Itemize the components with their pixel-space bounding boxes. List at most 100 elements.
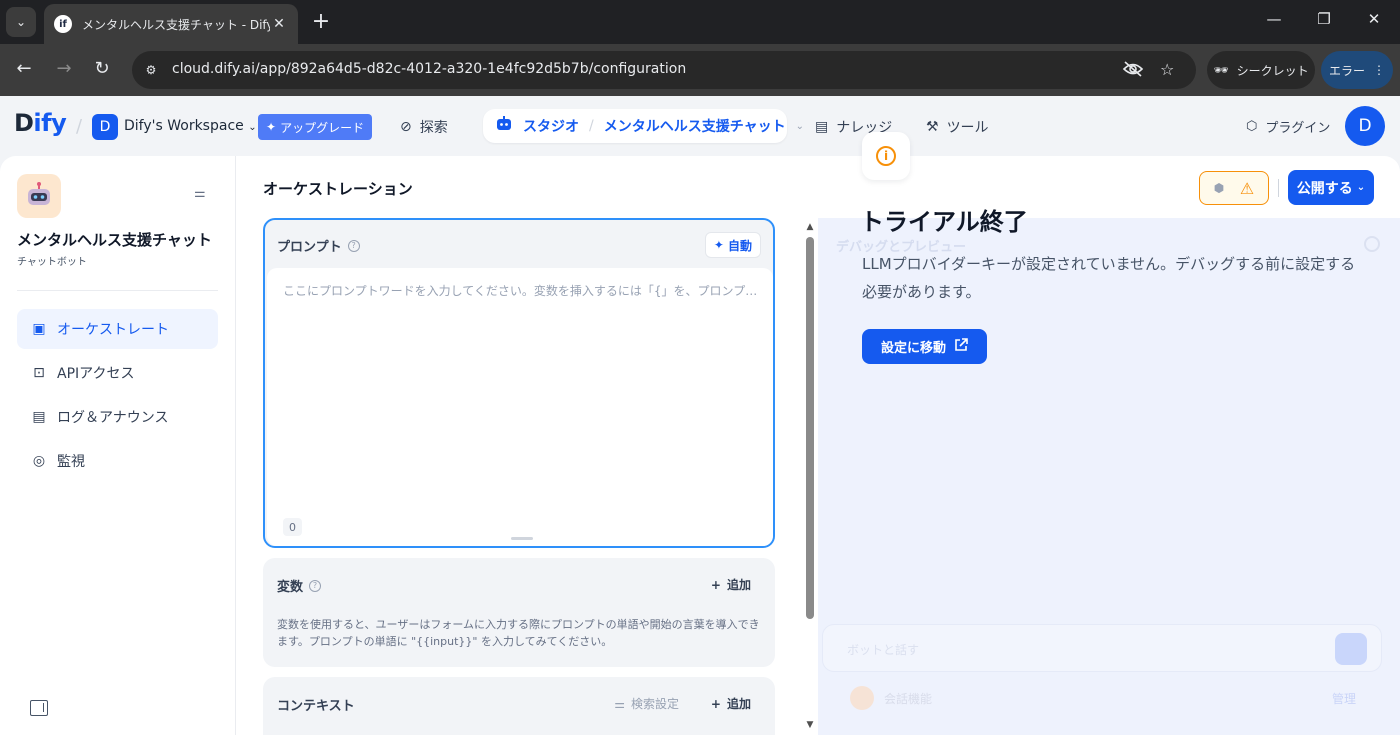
sidebar-app-name: メンタルヘルス支援チャット: [17, 231, 212, 249]
sidebar-item-logs[interactable]: ▤ ログ＆アナウンス: [17, 397, 218, 437]
dify-favicon-icon: if: [54, 15, 72, 33]
chat-input: ボットと話す: [822, 624, 1382, 672]
window-minimize-icon[interactable]: —: [1262, 10, 1286, 28]
tab-close-icon[interactable]: ✕: [270, 16, 288, 32]
goto-label: 設定に移動: [880, 341, 946, 356]
logo-accent: ify: [33, 109, 67, 137]
publish-button[interactable]: 公開する ⌄: [1288, 170, 1374, 205]
main-card: ⚌ メンタルヘルス支援チャット チャットボット ▣ オーケストレート ⊡ API…: [0, 156, 1400, 735]
sidebar-item-monitoring[interactable]: ◎ 監視: [17, 441, 218, 481]
plus-icon: +: [710, 578, 721, 592]
header-separator: [1278, 179, 1279, 197]
breadcrumb-separator: /: [589, 118, 594, 134]
add-variable-button[interactable]: + 追加: [711, 576, 751, 593]
workspace-selector[interactable]: Dify's Workspace ⌄: [124, 118, 257, 134]
external-link-icon: [954, 337, 968, 356]
help-circle-icon[interactable]: ?: [347, 239, 360, 252]
kebab-menu-icon: ⋮: [1373, 63, 1385, 77]
info-circle-icon: i: [876, 146, 896, 166]
send-icon: [1335, 633, 1367, 665]
add-context-button[interactable]: + 追加: [711, 695, 751, 712]
warning-status-box[interactable]: ⬢ ⚠: [1199, 171, 1269, 205]
search-settings-label: 検索設定: [630, 697, 679, 711]
plus-icon: +: [710, 697, 721, 711]
user-avatar[interactable]: D: [1345, 106, 1385, 146]
bookmark-star-icon[interactable]: ☆: [1160, 60, 1174, 79]
forward-arrow-icon[interactable]: →: [52, 58, 76, 79]
error-menu-button[interactable]: エラー ⋮: [1321, 51, 1393, 89]
back-arrow-icon[interactable]: ←: [12, 58, 36, 79]
trial-ended-description: LLMプロバイダーキーが設定されていません。デバッグする前に設定する必要がありま…: [862, 255, 1356, 301]
window-close-icon[interactable]: ✕: [1362, 10, 1386, 28]
current-app-label[interactable]: メンタルヘルス支援チャット: [604, 116, 786, 136]
omnibox[interactable]: ⚙ cloud.dify.ai/app/892a64d5-d82c-4012-a…: [132, 51, 1196, 89]
error-label: エラー: [1328, 63, 1365, 78]
scrollbar-thumb[interactable]: [806, 237, 814, 619]
app-header: Dify / D Dify's Workspace ⌄ ✦ アップグレード ⊘ …: [0, 96, 1400, 156]
scroll-down-arrow-icon[interactable]: ▼: [804, 720, 816, 730]
feature-label: 会話機能: [884, 692, 933, 706]
incognito-button[interactable]: 🕶 シークレット: [1207, 51, 1315, 89]
feature-manage-link: 管理: [1331, 692, 1356, 706]
terminal-icon: ⊡: [33, 365, 45, 381]
sliders-icon: ⚌: [614, 697, 625, 711]
nav-explore-label: 探索: [419, 120, 448, 136]
variables-description: 変数を使用すると、ユーザーはフォームに入力する際にプロンプトの単語や開始の言葉を…: [277, 618, 760, 648]
resize-handle[interactable]: [511, 537, 533, 540]
retrieval-settings-button[interactable]: ⚌ 検索設定: [614, 695, 679, 712]
sidebar-item-orchestrate[interactable]: ▣ オーケストレート: [17, 309, 218, 349]
chevron-down-icon[interactable]: ⌄: [796, 121, 804, 132]
upgrade-button[interactable]: ✦ アップグレード: [258, 114, 373, 140]
scrollbar[interactable]: ▲ ▼: [804, 218, 816, 735]
browser-tab-bar: ⌄ if メンタルヘルス支援チャット - Dify ✕ + — ❐ ✕: [0, 0, 1400, 44]
site-info-icon[interactable]: ⚙: [142, 61, 160, 79]
prompt-placeholder: ここにプロンプトワードを入力してください。変数を挿入するには「{」を、プロンプト…: [283, 284, 759, 298]
context-panel: コンテキスト ⚌ 検索設定 + 追加: [263, 677, 775, 735]
reload-icon[interactable]: ↻: [90, 58, 114, 79]
add-label: 追加: [726, 578, 751, 592]
scroll-up-arrow-icon[interactable]: ▲: [804, 222, 816, 232]
sparkle-icon: ✦: [266, 120, 277, 134]
robot-icon: [495, 116, 513, 136]
sidebar-collapse-icon[interactable]: [30, 700, 48, 716]
hammer-icon: ⚒: [926, 119, 939, 135]
eye-off-icon[interactable]: [1122, 60, 1144, 82]
incognito-icon: 🕶: [1213, 63, 1229, 77]
sidebar-item-label: オーケストレート: [57, 322, 169, 338]
nav-tools-label: ツール: [946, 120, 989, 136]
tab-search-dropdown-icon[interactable]: ⌄: [6, 7, 36, 37]
context-title: コンテキスト: [277, 699, 355, 714]
window-restore-icon[interactable]: ❐: [1312, 10, 1336, 28]
trial-ended-title: トライアル終了: [860, 208, 1028, 236]
browser-tab-active[interactable]: if メンタルヘルス支援チャット - Dify ✕: [44, 4, 298, 44]
sidebar-divider: [17, 290, 218, 291]
incognito-label: シークレット: [1236, 63, 1309, 78]
go-to-settings-button[interactable]: 設定に移動: [862, 329, 987, 364]
file-list-icon: ▤: [32, 409, 46, 425]
logo-prefix: D: [14, 109, 34, 137]
chevron-down-icon: ⌄: [248, 122, 257, 133]
dashboard-gauge-icon: ◎: [32, 453, 46, 469]
prompt-editor[interactable]: ここにプロンプトワードを入力してください。変数を挿入するには「{」を、プロンプト…: [267, 268, 773, 546]
cube-icon: ⬢: [1213, 181, 1225, 195]
sidebar-item-api-access[interactable]: ⊡ APIアクセス: [17, 353, 218, 393]
app-settings-icon[interactable]: ⚌: [194, 186, 206, 201]
nav-studio[interactable]: スタジオ / メンタルヘルス支援チャット ⌄: [483, 109, 804, 143]
page-title: オーケストレーション: [263, 180, 413, 198]
compass-icon: ⊘: [400, 119, 412, 135]
prompt-title: プロンプト: [277, 240, 342, 255]
app-robot-avatar-icon: [17, 174, 61, 218]
variables-title: 変数: [277, 580, 304, 595]
dify-logo[interactable]: Dify: [14, 109, 67, 137]
add-label: 追加: [726, 697, 751, 711]
url-text[interactable]: cloud.dify.ai/app/892a64d5-d82c-4012-a32…: [172, 61, 686, 77]
auto-generate-button[interactable]: ✦ 自動: [704, 232, 761, 258]
plugin-button[interactable]: ⬡ プラグイン: [1246, 117, 1330, 136]
nav-explore[interactable]: ⊘ 探索: [400, 110, 448, 144]
new-tab-plus-icon[interactable]: +: [308, 8, 334, 34]
workspace-avatar[interactable]: D: [92, 114, 118, 140]
help-circle-icon[interactable]: ?: [309, 579, 322, 592]
nav-tools[interactable]: ⚒ ツール: [926, 110, 989, 144]
warning-triangle-icon: ⚠: [1239, 178, 1255, 198]
book-icon: ▤: [815, 119, 829, 135]
